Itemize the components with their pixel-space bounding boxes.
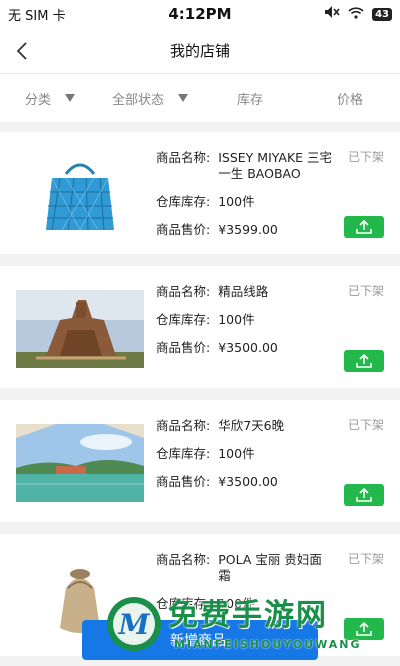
name-label: 商品名称: (156, 284, 211, 299)
stock-label: 仓库库存: (156, 312, 211, 327)
filter-label: 价格 (336, 92, 363, 108)
stock-label: 仓库库存: (156, 194, 211, 209)
back-button[interactable] (0, 28, 44, 74)
dropdown-arrow-icon (178, 94, 188, 102)
wifi-icon (348, 6, 364, 23)
upload-icon (356, 487, 372, 502)
product-stock: 100件 (218, 596, 255, 611)
name-label: 商品名称: (156, 150, 211, 165)
sort-price[interactable]: 价格 (300, 89, 400, 108)
product-card[interactable]: 商品名称: ISSEY MIYAKE 三宅一生 BAOBAO 仓库库存: 100件 … (0, 132, 400, 254)
filter-label: 库存 (236, 92, 263, 108)
upload-icon (356, 621, 372, 636)
product-list: 商品名称: ISSEY MIYAKE 三宅一生 BAOBAO 仓库库存: 100件 … (0, 122, 400, 656)
status-icons: 43 (324, 5, 392, 23)
upload-icon (356, 219, 372, 234)
product-stock: 100件 (218, 194, 255, 209)
name-label: 商品名称: (156, 418, 211, 433)
product-card[interactable]: 商品名称: 精品线路 仓库库存: 100件 商品售价: ¥3500.00 已下架 (0, 266, 400, 388)
dropdown-arrow-icon (65, 94, 75, 102)
carrier-text: 无 SIM 卡 (8, 8, 66, 24)
status-badge: 已下架 (347, 552, 384, 566)
status-bar: 无 SIM 卡 4:12PM 43 (0, 0, 400, 28)
nav-bar: 我的店铺 (0, 28, 400, 74)
mute-icon (324, 5, 340, 23)
publish-button[interactable] (344, 484, 384, 506)
upload-icon (356, 353, 372, 368)
status-badge: 已下架 (347, 150, 384, 164)
add-product-button[interactable]: 新增商品 (82, 620, 318, 660)
product-price: ¥3500.00 (218, 340, 278, 355)
status-badge: 已下架 (347, 418, 384, 432)
publish-button[interactable] (344, 618, 384, 640)
product-card[interactable]: 商品名称: 华欣7天6晚 仓库库存: 100件 商品售价: ¥3500.00 已下架 (0, 400, 400, 522)
product-image (16, 156, 144, 234)
name-label: 商品名称: (156, 552, 211, 567)
stock-label: 仓库库存: (156, 596, 211, 611)
publish-button[interactable] (344, 350, 384, 372)
filter-bar: 分类 全部状态 库存 价格 (0, 74, 400, 122)
product-image (16, 424, 144, 502)
product-stock: 100件 (218, 312, 255, 327)
product-name: ISSEY MIYAKE 三宅一生 BAOBAO (218, 150, 333, 181)
chevron-left-icon (16, 41, 27, 60)
price-label: 商品售价: (156, 340, 211, 355)
price-label: 商品售价: (156, 222, 211, 237)
battery-icon: 43 (372, 7, 392, 21)
product-name: 精品线路 (218, 284, 269, 299)
filter-label: 分类 (24, 92, 51, 108)
page-title: 我的店铺 (169, 42, 230, 60)
status-badge: 已下架 (347, 284, 384, 298)
price-label: 商品售价: (156, 474, 211, 489)
filter-status[interactable]: 全部状态 (100, 89, 200, 108)
filter-label: 全部状态 (111, 92, 164, 108)
product-price: ¥3500.00 (218, 474, 278, 489)
stock-label: 仓库库存: (156, 446, 211, 461)
product-name: 华欣7天6晚 (218, 418, 285, 433)
product-name: POLA 宝丽 贵妇面霜 (218, 552, 322, 583)
filter-category[interactable]: 分类 (0, 89, 100, 108)
product-image (16, 290, 144, 368)
publish-button[interactable] (344, 216, 384, 238)
sort-stock[interactable]: 库存 (200, 89, 300, 108)
product-price: ¥3599.00 (218, 222, 278, 237)
product-stock: 100件 (218, 446, 255, 461)
